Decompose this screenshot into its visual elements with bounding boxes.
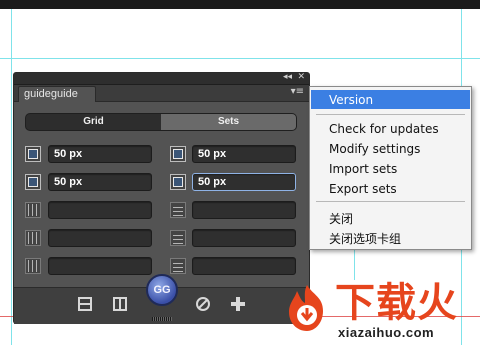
- column-gutter-icon: [25, 230, 41, 246]
- watermark-logo: [283, 283, 331, 333]
- vertical-guide[interactable]: [11, 9, 12, 345]
- collapse-icon[interactable]: ◂◂: [283, 72, 292, 82]
- tab-guideguide[interactable]: guideguide: [18, 86, 96, 102]
- menu-item-import-sets[interactable]: Import sets: [311, 159, 470, 178]
- vertical-midpoint-icon[interactable]: [111, 295, 129, 313]
- bottom-margin-field[interactable]: 50 px: [192, 173, 296, 191]
- close-icon[interactable]: ✕: [297, 72, 305, 82]
- document-top-edge: [0, 0, 480, 9]
- panel-flyout-menu: Version Check for updates Modify setting…: [309, 86, 472, 250]
- menu-item-close[interactable]: 关闭: [311, 207, 470, 226]
- horizontal-guide[interactable]: [0, 58, 480, 59]
- watermark-brand: 下载火: [335, 280, 458, 326]
- bottom-margin-icon: [170, 174, 186, 190]
- watermark-url: xiazaihuo.com: [338, 325, 435, 340]
- row-gutter-field[interactable]: [192, 229, 296, 247]
- row-midpoint-field[interactable]: [192, 257, 296, 275]
- panel-menu-icon[interactable]: ▾≡: [291, 86, 304, 97]
- column-gutter-field[interactable]: [48, 229, 152, 247]
- left-margin-icon: [25, 146, 41, 162]
- mode-switch: Grid Sets: [25, 113, 297, 131]
- right-margin-field[interactable]: 50 px: [48, 173, 152, 191]
- rows-icon: [170, 202, 186, 218]
- row-gutter-icon: [170, 230, 186, 246]
- plus-icon[interactable]: [229, 295, 247, 313]
- column-midpoint-field[interactable]: [48, 257, 152, 275]
- tab-grid[interactable]: Grid: [26, 114, 161, 130]
- menu-item-version[interactable]: Version: [311, 90, 470, 109]
- menu-separator: [316, 114, 465, 115]
- top-margin-icon: [170, 146, 186, 162]
- columns-icon: [25, 202, 41, 218]
- menu-separator: [316, 201, 465, 202]
- column-midpoint-icon: [25, 258, 41, 274]
- left-margin-field[interactable]: 50 px: [48, 145, 152, 163]
- clear-icon[interactable]: [194, 295, 212, 313]
- guideguide-panel: ◂◂ ✕ guideguide ▾≡ Grid Sets 50 px 50 px…: [13, 72, 310, 324]
- panel-titlebar[interactable]: ◂◂ ✕: [14, 72, 309, 85]
- horizontal-midpoint-icon[interactable]: [76, 295, 94, 313]
- tab-sets[interactable]: Sets: [161, 114, 296, 130]
- resize-grip[interactable]: [152, 317, 172, 321]
- top-margin-field[interactable]: 50 px: [192, 145, 296, 163]
- row-midpoint-icon: [170, 258, 186, 274]
- menu-item-close-tab-group[interactable]: 关闭选项卡组: [311, 227, 470, 246]
- panel-tab-row: guideguide ▾≡: [14, 85, 309, 102]
- rows-field[interactable]: [192, 201, 296, 219]
- menu-item-check-updates[interactable]: Check for updates: [311, 119, 470, 138]
- right-margin-icon: [25, 174, 41, 190]
- columns-field[interactable]: [48, 201, 152, 219]
- make-grid-button[interactable]: GG: [146, 274, 178, 306]
- menu-item-export-sets[interactable]: Export sets: [311, 179, 470, 198]
- menu-item-modify-settings[interactable]: Modify settings: [311, 139, 470, 158]
- vertical-guide[interactable]: [354, 250, 355, 280]
